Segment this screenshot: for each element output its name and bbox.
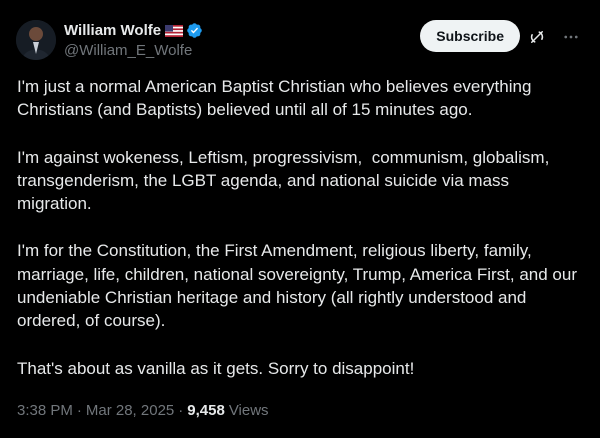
meta-separator: · <box>76 402 82 419</box>
author-name-row: William Wolfe <box>64 20 203 40</box>
author-name[interactable]: William Wolfe <box>64 22 161 39</box>
author-handle[interactable]: @William_E_Wolfe <box>64 42 203 59</box>
views-count[interactable]: 9,458 <box>187 402 225 419</box>
grok-icon[interactable] <box>528 28 546 46</box>
post: William Wolfe @William_E_Wolfe Subscribe… <box>0 0 600 438</box>
avatar[interactable] <box>16 20 56 60</box>
more-icon[interactable] <box>562 28 580 46</box>
post-date[interactable]: Mar 28, 2025 <box>86 402 174 419</box>
post-paragraph: I'm for the Constitution, the First Amen… <box>17 241 582 331</box>
author-block: William Wolfe @William_E_Wolfe <box>64 20 203 59</box>
views-label[interactable]: Views <box>229 402 269 419</box>
post-time[interactable]: 3:38 PM <box>17 402 73 419</box>
meta-separator: · <box>178 402 184 419</box>
post-text: I'm just a normal American Baptist Chris… <box>17 75 587 404</box>
post-header: William Wolfe @William_E_Wolfe Subscribe <box>16 18 584 62</box>
post-paragraph: I'm against wokeness, Leftism, progressi… <box>17 147 555 214</box>
subscribe-button[interactable]: Subscribe <box>420 20 520 52</box>
post-meta: 3:38 PM · Mar 28, 2025 · 9,458 Views <box>17 402 269 419</box>
us-flag-icon <box>165 24 184 37</box>
post-paragraph: That's about as vanilla as it gets. Sorr… <box>17 358 415 378</box>
verified-badge-icon[interactable] <box>186 22 203 39</box>
post-paragraph: I'm just a normal American Baptist Chris… <box>17 77 537 120</box>
